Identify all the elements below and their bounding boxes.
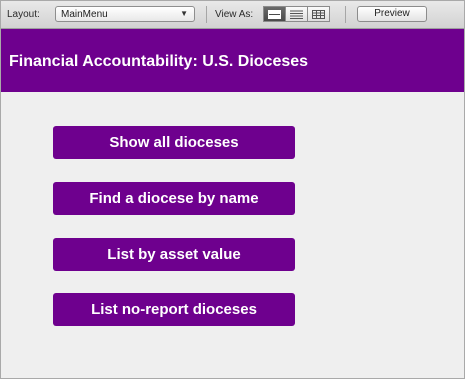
view-as-label: View As: [215, 9, 254, 20]
form-view-icon [268, 9, 281, 19]
page-title: Financial Accountability: U.S. Dioceses [9, 53, 309, 70]
layout-select-value: MainMenu [61, 9, 108, 20]
show-all-dioceses-button[interactable]: Show all dioceses [53, 126, 295, 159]
list-view-icon [290, 10, 303, 19]
toolbar-divider [345, 6, 346, 23]
layout-select[interactable]: MainMenu ▼ [55, 6, 195, 22]
layout-toolbar: Layout: MainMenu ▼ View As: Preview [1, 1, 464, 29]
chevron-down-icon: ▼ [180, 9, 188, 18]
list-by-asset-value-button[interactable]: List by asset value [53, 238, 295, 271]
form-view-button[interactable] [263, 6, 286, 22]
layout-label: Layout: [7, 9, 40, 20]
list-no-report-dioceses-button[interactable]: List no-report dioceses [53, 293, 295, 326]
view-mode-group [263, 6, 330, 22]
preview-button[interactable]: Preview [357, 6, 427, 22]
table-view-icon [312, 9, 325, 19]
table-view-button[interactable] [307, 6, 330, 22]
toolbar-divider [206, 6, 207, 23]
header-bar: Financial Accountability: U.S. Dioceses [1, 29, 464, 92]
list-view-button[interactable] [285, 6, 308, 22]
find-diocese-by-name-button[interactable]: Find a diocese by name [53, 182, 295, 215]
app-window: Layout: MainMenu ▼ View As: Preview Fina… [0, 0, 465, 379]
